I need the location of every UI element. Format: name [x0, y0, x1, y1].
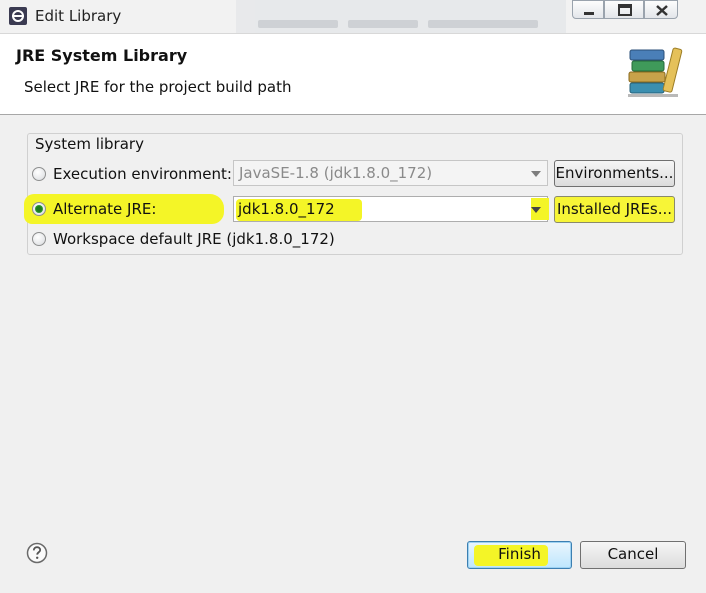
workspace-default-label: Workspace default JRE (jdk1.8.0_172)	[53, 230, 335, 248]
window-controls	[572, 0, 706, 20]
window-title: Edit Library	[35, 7, 122, 25]
eclipse-icon	[8, 6, 28, 26]
page-title: JRE System Library	[16, 46, 188, 65]
workspace-default-radio[interactable]	[32, 232, 46, 246]
maximize-button[interactable]	[604, 0, 644, 19]
environments-button[interactable]: Environments...	[554, 160, 675, 187]
close-icon	[656, 5, 668, 16]
dialog-header: JRE System Library Select JRE for the pr…	[0, 34, 706, 115]
alternate-jre-value: jdk1.8.0_172	[238, 200, 335, 218]
finish-button[interactable]: Finish	[467, 541, 572, 569]
alternate-jre-radio[interactable]	[32, 202, 46, 216]
cancel-button[interactable]: Cancel	[580, 541, 686, 569]
help-icon[interactable]	[26, 542, 48, 564]
installed-jres-button[interactable]: Installed JREs...	[554, 196, 675, 223]
execution-environment-value: JavaSE-1.8 (jdk1.8.0_172)	[239, 164, 433, 182]
edit-library-dialog: Edit Library JRE System Library Select J…	[0, 0, 706, 593]
minimize-button[interactable]	[572, 0, 604, 19]
execution-environment-combo: JavaSE-1.8 (jdk1.8.0_172)	[233, 160, 548, 186]
alternate-jre-combo[interactable]: jdk1.8.0_172	[233, 196, 549, 222]
system-library-label: System library	[33, 135, 146, 153]
title-bar[interactable]: Edit Library	[0, 0, 706, 34]
execution-environment-radio[interactable]	[32, 167, 46, 181]
chevron-down-icon	[531, 171, 541, 177]
close-button[interactable]	[644, 0, 678, 19]
finish-button-label: Finish	[498, 545, 541, 563]
background-window-strip	[236, 0, 566, 33]
chevron-down-icon	[531, 207, 541, 213]
alternate-jre-label: Alternate JRE:	[53, 200, 157, 218]
maximize-icon	[618, 4, 632, 16]
minimize-icon	[584, 12, 594, 15]
page-description: Select JRE for the project build path	[24, 78, 292, 96]
execution-environment-label: Execution environment:	[53, 165, 232, 183]
library-books-icon	[624, 42, 688, 102]
